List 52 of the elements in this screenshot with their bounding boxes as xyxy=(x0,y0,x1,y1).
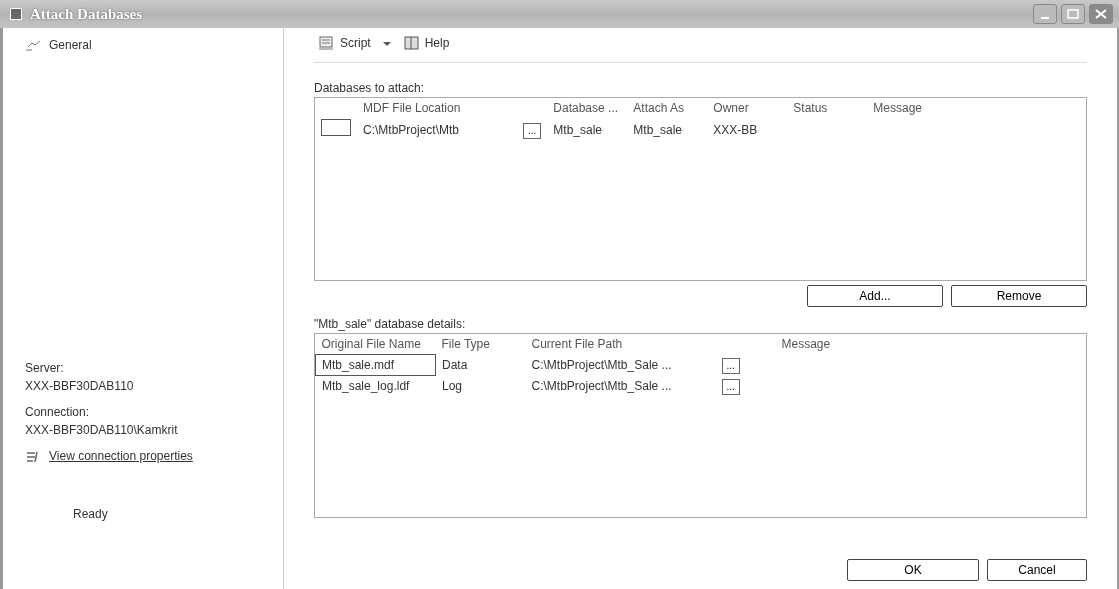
column-header: Current File Path xyxy=(530,336,624,354)
book-icon xyxy=(402,35,421,51)
table-cell-text: Mtb_sale xyxy=(632,122,684,139)
column-header: Original File Name xyxy=(315,334,436,355)
sidebar-item[interactable]: General xyxy=(49,36,92,54)
dropdown-caret-icon[interactable] xyxy=(382,41,391,46)
add-button[interactable]: Add... xyxy=(807,285,943,307)
help-button[interactable]: Help xyxy=(398,32,454,54)
table-cell-text: C:\MtbProject\Mtb xyxy=(362,122,461,139)
maximize-button[interactable] xyxy=(1061,4,1085,24)
browse-button[interactable]: ... xyxy=(523,123,542,139)
connection-label: Connection: xyxy=(25,404,91,421)
page-icon xyxy=(25,39,41,51)
section-label: Databases to attach: xyxy=(314,80,426,97)
table-cell: Data xyxy=(435,354,526,376)
server-label: Server: xyxy=(25,360,65,377)
close-icon xyxy=(1095,9,1107,19)
section-label: "Mtb_sale" database details: xyxy=(314,316,467,333)
status-text: Ready xyxy=(73,506,109,523)
table-cell-text: XXX-BB xyxy=(712,122,759,139)
table-cell: Log xyxy=(435,375,526,397)
server-name: XXX-BBF30DAB110 xyxy=(25,378,135,395)
column-header: File Type xyxy=(435,334,526,355)
window-icon xyxy=(10,8,22,20)
close-button[interactable] xyxy=(1089,4,1113,24)
column-header: Database ... xyxy=(552,100,620,117)
script-icon xyxy=(318,35,336,51)
column-header: Message xyxy=(780,336,832,354)
maximize-icon xyxy=(1067,9,1079,19)
window-title: Attach Databases xyxy=(30,4,143,24)
browse-button[interactable]: ... xyxy=(721,358,740,374)
connection-name: XXX-BBF30DAB110\Kamkrit xyxy=(25,422,179,439)
table-cell-text: C:\MtbProject\Mtb_Sale ... xyxy=(530,378,673,395)
ok-button[interactable]: OK xyxy=(847,559,979,581)
table-cell[interactable]: Mtb_sale.mdf xyxy=(315,354,436,376)
minimize-icon xyxy=(1041,17,1049,19)
browse-button[interactable]: ... xyxy=(721,379,740,395)
table-cell-text: C:\MtbProject\Mtb_Sale ... xyxy=(530,357,673,374)
column-header: MDF File Location xyxy=(362,100,462,117)
view-connection-link[interactable]: View connection properties xyxy=(49,447,193,465)
column-header: Message xyxy=(872,100,924,117)
cancel-button[interactable]: Cancel xyxy=(987,559,1087,581)
column-header: Attach As xyxy=(632,100,686,117)
properties-icon xyxy=(25,449,41,463)
row-checkbox[interactable] xyxy=(321,119,351,136)
column-header: Owner xyxy=(712,100,750,117)
table-cell[interactable]: Mtb_sale_log.ldf xyxy=(315,375,436,397)
minimize-button[interactable] xyxy=(1033,4,1057,24)
remove-button[interactable]: Remove xyxy=(951,285,1087,307)
table-cell-text: Mtb_sale xyxy=(552,122,604,139)
column-header: Status xyxy=(792,100,829,117)
script-button[interactable]: Script xyxy=(314,32,375,54)
